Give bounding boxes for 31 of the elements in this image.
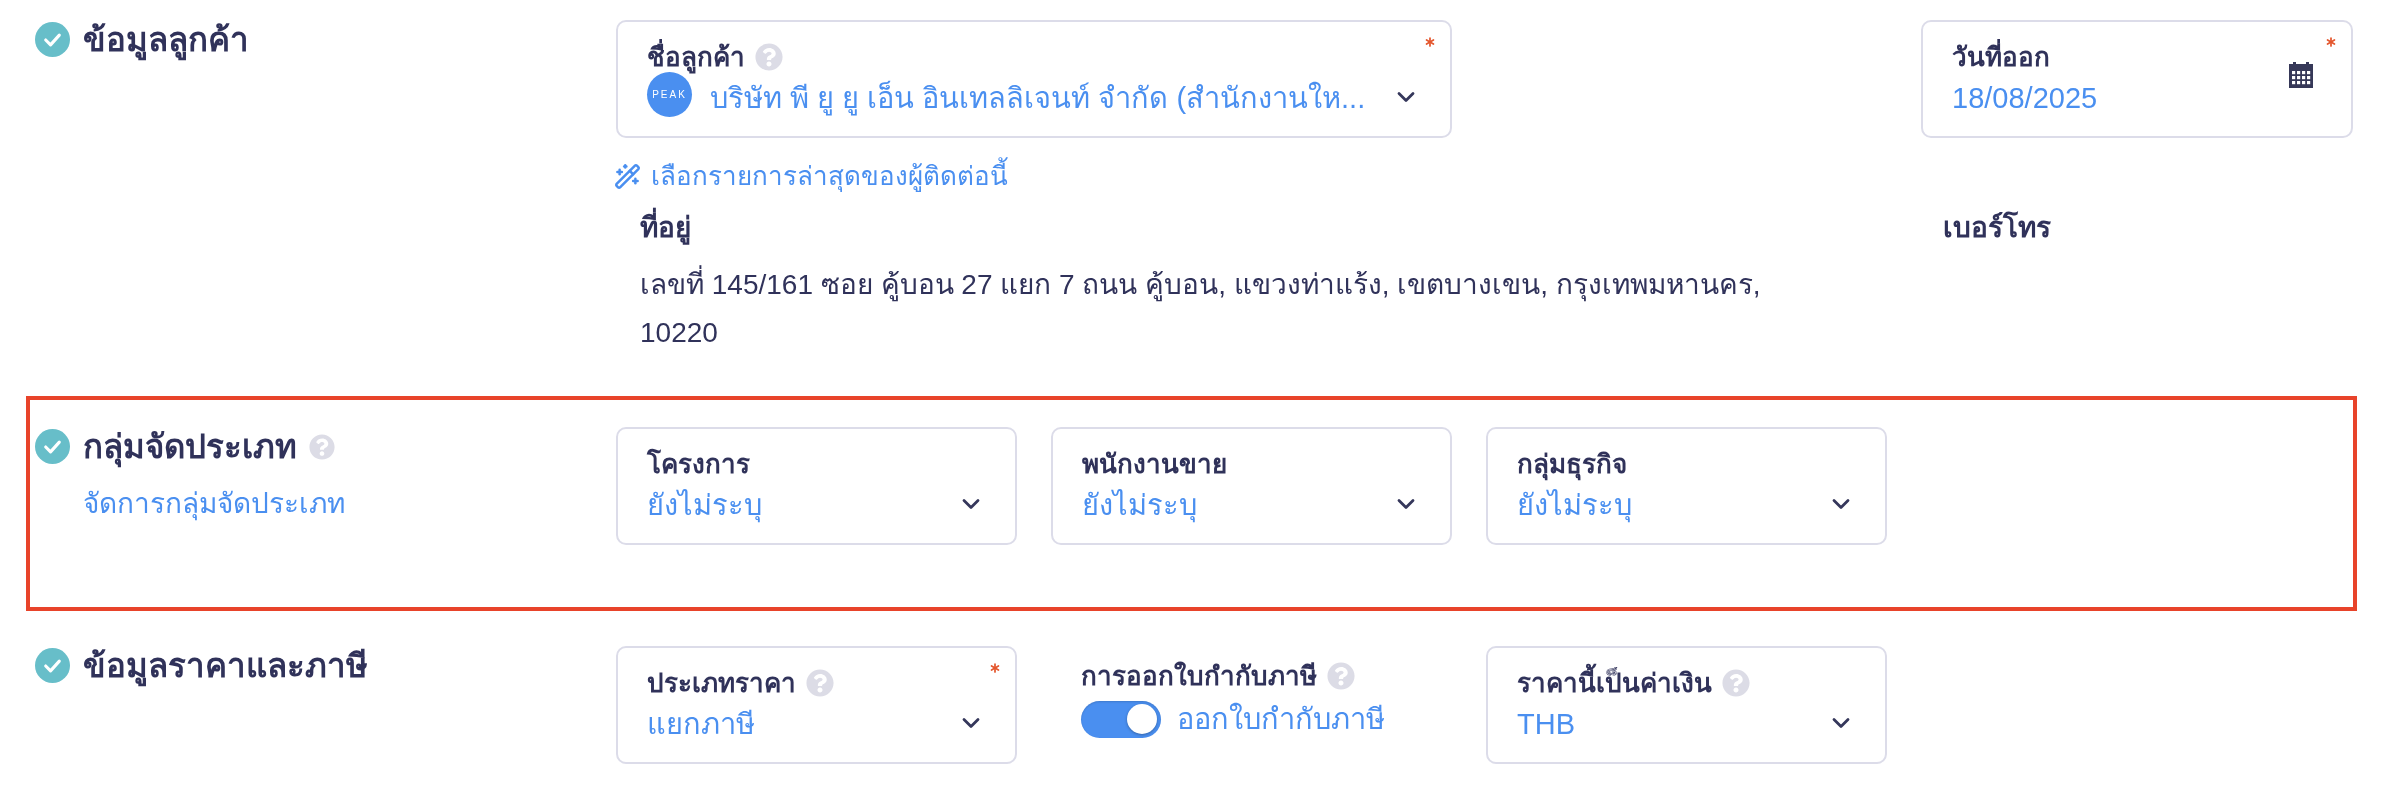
field-value: แยกภาษี [647, 707, 755, 742]
field-value: ยังไม่ระบุ [647, 488, 762, 525]
toggle-label: ออกใบกำกับภาษี [1177, 701, 1385, 737]
field-label: วันที่ออก [1952, 39, 2050, 75]
field-value: 18/08/2025 [1952, 81, 2098, 116]
select-field[interactable]: กลุ่มธุรกิจ ยังไม่ระบุ [1486, 427, 1887, 545]
field-label: กลุ่มธุรกิจ [1517, 448, 1627, 482]
phone-label: เบอร์โทร [1943, 210, 2052, 245]
field-label: พนักงานขาย [1082, 448, 1227, 481]
select-field[interactable]: ชื่อลูกค้า PEAK บริษัท พี ยู ยู เอ็น อินเทลลิเจนท์ จำกัด (สำนักงานให... [616, 20, 1452, 138]
field-value: ยังไม่ระบุ [1517, 488, 1632, 525]
address-text: เลขที่ 145/161 ซอย คู้บอน 27 แยก 7 ถนน คู้บอน, แขวงท่าแร้ง, เขตบางเขน, กรุงเทพมหานคร, 10220 [640, 260, 1830, 357]
select-field[interactable]: พนักงานขาย ยังไม่ระบุ [1051, 427, 1452, 545]
field-label: โครงการ [647, 447, 750, 481]
field-label: ประเภทราคา [647, 667, 796, 700]
magic-wand-icon [614, 162, 641, 190]
select-field[interactable]: โครงการ ยังไม่ระบุ [616, 427, 1017, 545]
field-label: การออกใบกำกับภาษี [1081, 660, 1317, 693]
toggle-switch[interactable] [1081, 700, 1161, 738]
field-value: ยังไม่ระบุ [1082, 488, 1197, 525]
field-value: บริษัท พี ยู ยู เอ็น อินเทลลิเจนท์ จำกัด (สำนักงานให... [710, 79, 1366, 118]
field-label: ราคานี้เป็นค่าเงิน [1517, 665, 1712, 701]
date-field[interactable]: วันที่ออก 18/08/2025 [1921, 20, 2353, 138]
select-field[interactable]: ประเภทราคา แยกภาษี [616, 646, 1017, 764]
select-field[interactable]: ราคานี้เป็นค่าเงิน THB [1486, 646, 1887, 764]
calendar-icon[interactable] [2289, 62, 2313, 88]
section-title: กลุ่มจัดประเภท [83, 421, 297, 472]
section-title: ข้อมูลลูกค้า [83, 14, 249, 65]
field-value: THB [1517, 707, 1575, 742]
section-title: ข้อมูลราคาและภาษี [83, 640, 368, 691]
address-label: ที่อยู่ [640, 208, 1887, 247]
